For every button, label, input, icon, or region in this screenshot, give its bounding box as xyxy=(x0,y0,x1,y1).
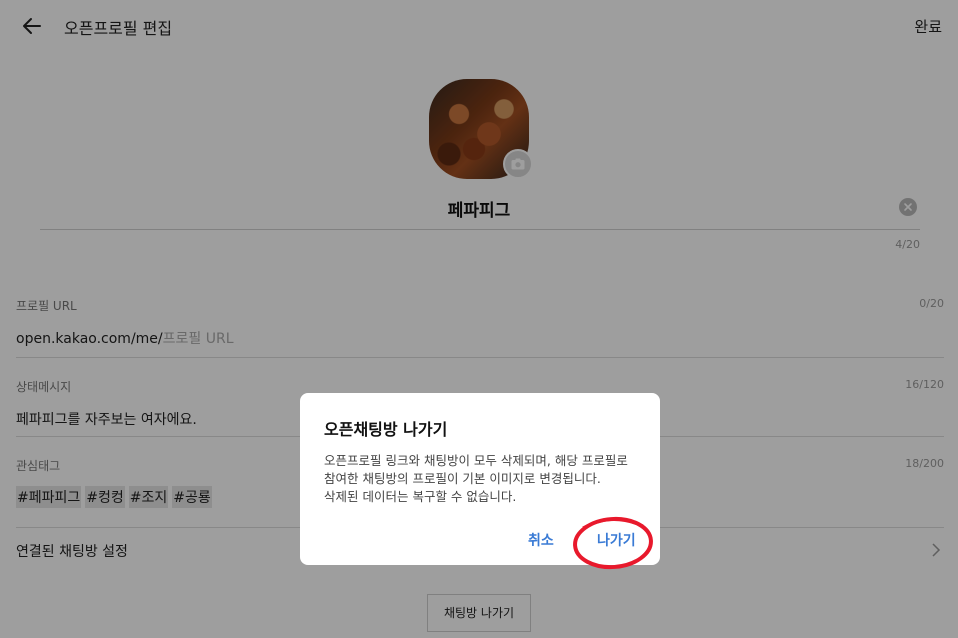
dialog-message-line: 삭제된 데이터는 복구할 수 없습니다. xyxy=(324,489,517,504)
dialog-message-line: 참여한 채팅방의 프로필이 기본 이미지로 변경됩니다. xyxy=(324,471,601,486)
dialog-title: 오픈채팅방 나가기 xyxy=(324,420,448,439)
open-profile-edit-page: 오픈프로필 편집 완료 페파피그 4/20 프로필 URL 0/20 open.… xyxy=(0,0,958,638)
dialog-message-line: 오픈프로필 링크와 채팅방이 모두 삭제되며, 해당 프로필로 xyxy=(324,453,628,468)
dialog-message: 오픈프로필 링크와 채팅방이 모두 삭제되며, 해당 프로필로 참여한 채팅방의… xyxy=(324,452,644,506)
confirm-leave-button[interactable]: 나가기 xyxy=(597,530,636,550)
leave-confirm-dialog: 오픈채팅방 나가기 오픈프로필 링크와 채팅방이 모두 삭제되며, 해당 프로필… xyxy=(300,393,660,565)
cancel-button[interactable]: 취소 xyxy=(528,530,554,550)
